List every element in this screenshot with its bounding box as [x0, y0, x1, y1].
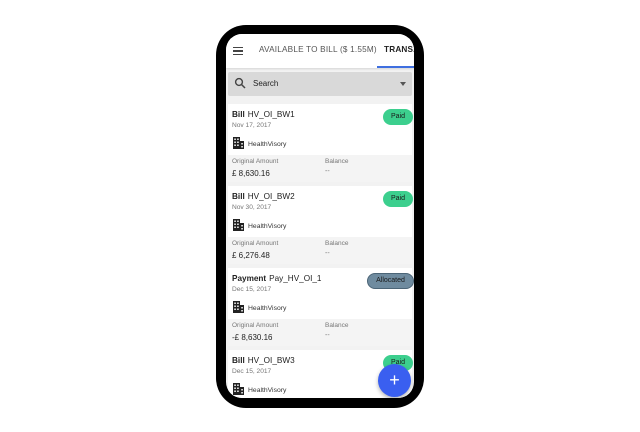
tab-transactions[interactable]: TRANSA — [384, 45, 414, 54]
item-name: Pay_HV_OI_1 — [269, 274, 322, 283]
amounts-row: Original Amount £ 8,630.16 Balance -- — [228, 155, 412, 182]
status-badge: Paid — [383, 109, 413, 125]
company-name: HealthVisory — [248, 305, 287, 312]
company-name: HealthVisory — [248, 223, 287, 230]
amounts-row: Original Amount -£ 8,630.16 Balance -- — [228, 319, 412, 346]
item-type: Bill — [232, 356, 245, 365]
item-type: Bill — [232, 192, 245, 201]
company-name: HealthVisory — [248, 387, 287, 394]
amounts-row: Original Amount £ 6,276.48 Balance -- — [228, 237, 412, 264]
original-amount-value: £ 6,276.48 — [232, 251, 270, 260]
building-icon — [233, 383, 244, 395]
original-amount-label: Original Amount — [232, 158, 279, 165]
item-name: HV_OI_BW3 — [247, 356, 295, 365]
item-title: Bill HV_OI_BW3 — [232, 356, 295, 365]
balance-label: Balance — [325, 240, 349, 247]
building-icon — [233, 219, 244, 231]
menu-icon[interactable] — [233, 47, 243, 56]
search-input[interactable]: Search — [253, 79, 278, 88]
balance-value: -- — [325, 250, 330, 257]
item-title: Bill HV_OI_BW1 — [232, 110, 295, 119]
list-item[interactable]: Payment Pay_HV_OI_1 Dec 15, 2017 HealthVi… — [228, 268, 414, 346]
search-bar[interactable]: Search — [228, 72, 412, 96]
top-bar: AVAILABLE TO BILL ($ 1.55M) TRANSA — [226, 34, 414, 68]
item-type: Bill — [232, 110, 245, 119]
original-amount-label: Original Amount — [232, 240, 279, 247]
item-name: HV_OI_BW1 — [247, 110, 295, 119]
item-title: Payment Pay_HV_OI_1 — [232, 274, 321, 283]
item-date: Nov 30, 2017 — [232, 204, 272, 211]
search-icon — [234, 77, 246, 89]
phone-frame: AVAILABLE TO BILL ($ 1.55M) TRANSA Searc… — [216, 25, 424, 408]
item-date: Nov 17, 2017 — [232, 122, 272, 129]
balance-value: -- — [325, 332, 330, 339]
building-icon — [233, 137, 244, 149]
item-title: Bill HV_OI_BW2 — [232, 192, 295, 201]
original-amount-value: -£ 8,630.16 — [232, 333, 273, 342]
original-amount-value: £ 8,630.16 — [232, 169, 270, 178]
balance-value: -- — [325, 168, 330, 175]
item-name: HV_OI_BW2 — [247, 192, 295, 201]
add-fab-button[interactable]: + — [378, 364, 411, 397]
status-badge: Paid — [383, 191, 413, 207]
list-item[interactable]: Bill HV_OI_BW1 Nov 17, 2017 HealthVisory … — [228, 104, 413, 182]
building-icon — [233, 301, 244, 313]
balance-label: Balance — [325, 158, 349, 165]
item-date: Dec 15, 2017 — [232, 286, 272, 293]
chevron-down-icon[interactable] — [400, 82, 406, 86]
original-amount-label: Original Amount — [232, 322, 279, 329]
item-type: Payment — [232, 274, 267, 283]
app-screen: AVAILABLE TO BILL ($ 1.55M) TRANSA Searc… — [226, 34, 414, 398]
status-badge: Allocated — [367, 273, 414, 289]
balance-label: Balance — [325, 322, 349, 329]
company-name: HealthVisory — [248, 141, 287, 148]
item-date: Dec 15, 2017 — [232, 368, 272, 375]
list-item[interactable]: Bill HV_OI_BW2 Nov 30, 2017 HealthVisory … — [228, 186, 413, 264]
tab-available-to-bill[interactable]: AVAILABLE TO BILL ($ 1.55M) — [259, 45, 377, 54]
active-tab-indicator — [377, 66, 414, 68]
